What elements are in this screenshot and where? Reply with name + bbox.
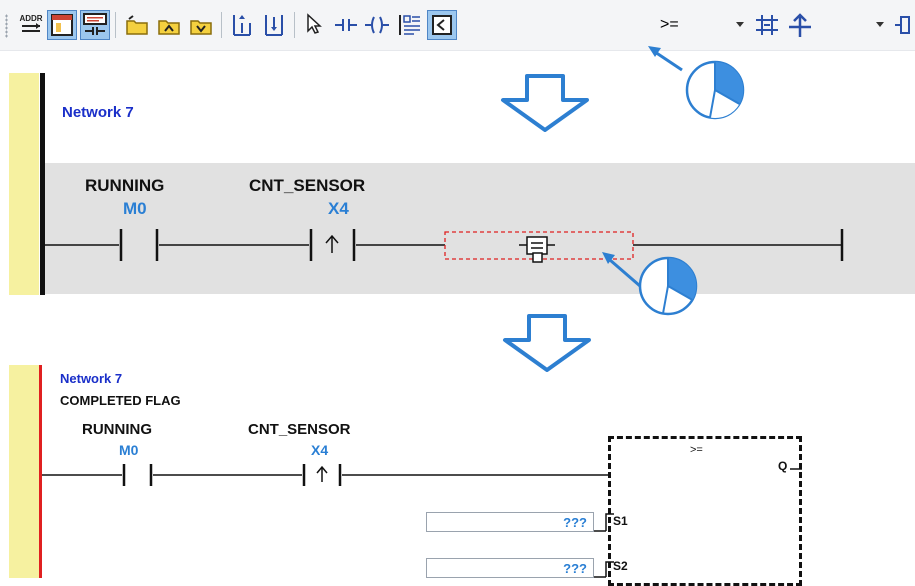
network-title[interactable]: Network 7 xyxy=(60,371,122,386)
input-pin-wire xyxy=(594,561,614,578)
toolbar-grip[interactable] xyxy=(5,14,8,38)
function-block-cursor-icon xyxy=(519,236,555,263)
chevron-down-icon[interactable] xyxy=(736,22,744,27)
normally-open-contact-icon xyxy=(122,464,153,486)
insert-network-above-icon xyxy=(233,15,251,36)
function-block-button[interactable] xyxy=(427,10,457,40)
open-folder-up-icon xyxy=(158,20,180,35)
open-folder-icon xyxy=(126,15,148,35)
contact-variable-name: RUNNING xyxy=(85,176,165,195)
parallel-branch-button[interactable] xyxy=(752,10,782,40)
insert-network-below-icon xyxy=(265,15,283,36)
flow-arrow-down-icon xyxy=(503,314,591,372)
toolbar-separator xyxy=(221,12,222,38)
output-pin-wire xyxy=(790,468,802,470)
rung-wire xyxy=(45,229,844,263)
address-toggle-icon: ADDR xyxy=(19,14,43,32)
open-folder-down-button[interactable] xyxy=(186,10,216,40)
comment-window-button[interactable] xyxy=(47,10,77,40)
normally-open-contact-icon xyxy=(119,229,159,261)
contact-variable-name: RUNNING xyxy=(82,421,152,438)
compare-function-block[interactable] xyxy=(608,436,802,586)
flow-arrow-down-icon xyxy=(501,74,589,132)
svg-text:ADDR: ADDR xyxy=(19,14,42,23)
left-power-rail xyxy=(9,365,39,578)
operand-value: ??? xyxy=(563,515,587,530)
select-pointer-icon xyxy=(307,13,322,34)
function-block-icon xyxy=(432,15,452,35)
toolbar-separator xyxy=(294,12,295,38)
instruction-list-icon xyxy=(399,15,420,35)
chevron-down-icon[interactable] xyxy=(876,22,884,27)
output-pin-label: Q xyxy=(778,459,788,473)
input-pin-wire xyxy=(594,513,614,532)
branch-up-button[interactable] xyxy=(785,10,815,40)
network-comment[interactable]: COMPLETED FLAG xyxy=(60,393,181,408)
coil-icon xyxy=(365,16,389,34)
network-comment-button[interactable] xyxy=(80,10,110,40)
contact-button[interactable] xyxy=(331,10,361,40)
network-title[interactable]: Network 7 xyxy=(62,104,134,121)
input-pin-label: S2 xyxy=(613,559,628,573)
insert-network-below-button[interactable] xyxy=(259,10,289,40)
click-callout xyxy=(602,252,698,316)
s2-operand-input[interactable]: ??? xyxy=(426,558,594,578)
compare-operator-select[interactable]: >= xyxy=(660,16,679,34)
output-bracket-icon xyxy=(895,16,910,34)
contact-icon xyxy=(335,19,357,31)
contact-variable-name: CNT_SENSOR xyxy=(249,176,366,195)
instruction-list-button[interactable] xyxy=(394,10,424,40)
open-folder-down-icon xyxy=(190,20,212,35)
input-pin-label: S1 xyxy=(613,514,628,528)
toolbar-separator xyxy=(115,12,116,38)
operand-value: ??? xyxy=(563,561,587,576)
s1-operand-input[interactable]: ??? xyxy=(426,512,594,532)
output-bracket-button[interactable] xyxy=(890,10,915,40)
select-pointer-button[interactable] xyxy=(299,10,329,40)
address-toggle-button[interactable]: ADDR xyxy=(16,10,46,40)
open-folder-button[interactable] xyxy=(122,10,152,40)
comment-window-icon xyxy=(51,14,73,36)
left-power-rail xyxy=(9,73,39,295)
network-comment-icon xyxy=(83,13,107,35)
coil-button[interactable] xyxy=(362,10,392,40)
block-operator: >= xyxy=(690,444,703,456)
contact-variable-name: CNT_SENSOR xyxy=(248,421,351,438)
branch-up-icon xyxy=(789,13,811,37)
parallel-branch-icon xyxy=(756,15,778,35)
click-callout xyxy=(648,46,745,120)
insert-network-above-button[interactable] xyxy=(227,10,257,40)
open-folder-up-button[interactable] xyxy=(154,10,184,40)
